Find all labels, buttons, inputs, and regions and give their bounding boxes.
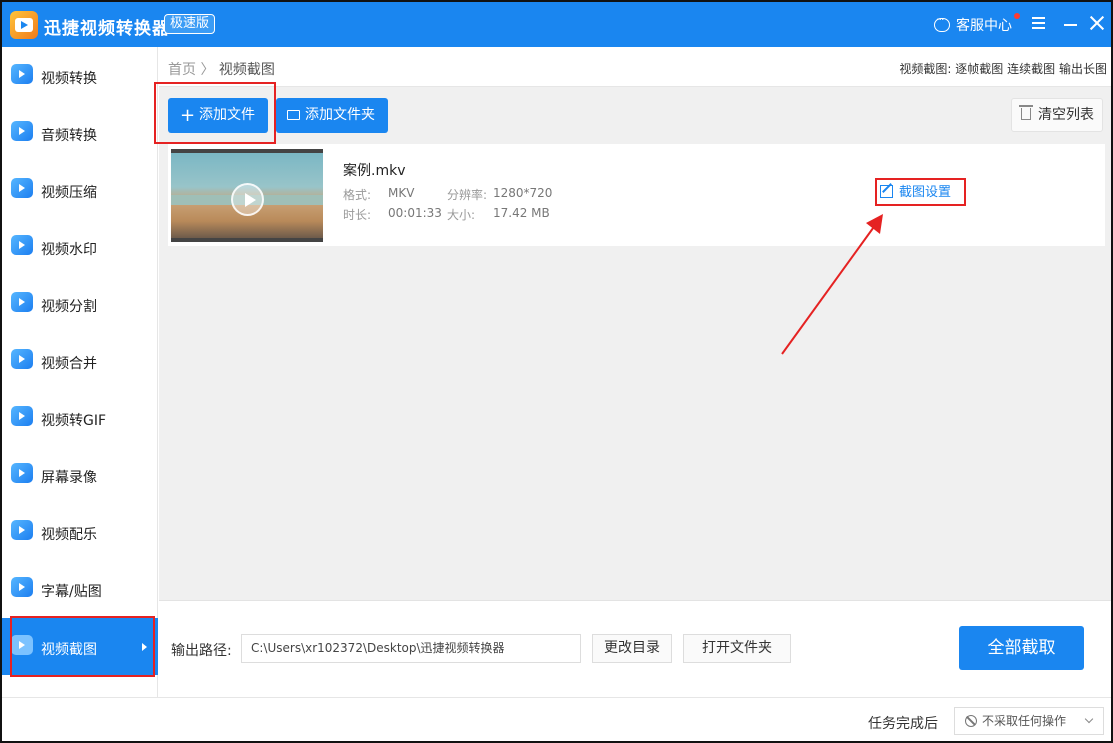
- video-gif-icon: [11, 406, 33, 426]
- clear-list-button[interactable]: 清空列表: [1011, 98, 1103, 132]
- hamburger-menu-icon[interactable]: [1032, 17, 1045, 29]
- close-icon[interactable]: [1090, 16, 1104, 30]
- resolution-label: 分辨率:: [447, 188, 488, 202]
- sidebar-item-label: 视频配乐: [41, 527, 97, 543]
- sidebar-item-label: 视频合并: [41, 356, 97, 372]
- size-label: 大小:: [447, 208, 476, 222]
- output-bar: 输出路径: C:\Users\xr102372\Desktop\迅捷视频转换器 …: [159, 600, 1111, 696]
- format-label: 格式:: [343, 188, 372, 202]
- video-thumbnail[interactable]: [171, 149, 323, 242]
- chat-bubble-icon: [934, 13, 950, 32]
- screenshot-modes: 视频截图: 逐帧截图 连续截图 输出长图: [899, 60, 1107, 77]
- app-logo-icon: [10, 11, 38, 39]
- file-name: 案例.mkv: [343, 163, 406, 179]
- resolution-value: 1280*720: [493, 186, 553, 200]
- edition-badge: 极速版: [164, 14, 216, 34]
- breadcrumb-home[interactable]: 首页: [168, 62, 196, 78]
- customer-service-label: 客服中心: [956, 18, 1012, 34]
- main-panel: 首页 〉 视频截图 视频截图: 逐帧截图 连续截图 输出长图 + 添加文件 添加…: [159, 47, 1111, 696]
- video-merge-icon: [11, 349, 33, 369]
- subtitle-sticker-icon: [11, 577, 33, 597]
- duration-value: 00:01:33: [388, 206, 442, 220]
- trash-icon: [1019, 105, 1033, 120]
- mode-continuous[interactable]: 连续截图: [1007, 62, 1055, 76]
- annotation-box-add-file: [154, 82, 276, 144]
- sidebar-item-video-compress[interactable]: 视频压缩: [2, 161, 158, 218]
- video-compress-icon: [11, 178, 33, 198]
- sidebar-item-label: 视频水印: [41, 242, 97, 258]
- chevron-down-icon: [1084, 714, 1094, 724]
- sidebar-item-audio-convert[interactable]: 音频转换: [2, 104, 158, 161]
- play-icon[interactable]: [231, 183, 264, 216]
- after-task-label: 任务完成后: [868, 716, 938, 732]
- sidebar-item-label: 视频压缩: [41, 185, 97, 201]
- sidebar-item-label: 音频转换: [41, 128, 97, 144]
- modes-prefix: 视频截图:: [899, 62, 952, 76]
- sidebar-item-video-music[interactable]: 视频配乐: [2, 503, 158, 560]
- sidebar-item-label: 视频分割: [41, 299, 97, 315]
- duration-label: 时长:: [343, 208, 372, 222]
- size-value: 17.42 MB: [493, 206, 550, 220]
- sidebar-item-screen-record[interactable]: 屏幕录像: [2, 446, 158, 503]
- extract-all-button[interactable]: 全部截取: [959, 626, 1084, 670]
- add-folder-label: 添加文件夹: [305, 107, 375, 123]
- title-bar: 迅捷视频转换器 极速版 客服中心: [2, 2, 1111, 47]
- sidebar-item-label: 视频转GIF: [41, 413, 107, 429]
- breadcrumb-current: 视频截图: [218, 62, 275, 78]
- sidebar-item-video-watermark[interactable]: 视频水印: [2, 218, 158, 275]
- video-music-icon: [11, 520, 33, 540]
- sidebar-item-label: 字幕/贴图: [41, 584, 102, 600]
- output-path-label: 输出路径:: [171, 643, 232, 659]
- change-directory-button[interactable]: 更改目录: [592, 634, 672, 663]
- format-value: MKV: [388, 186, 415, 200]
- add-folder-button[interactable]: 添加文件夹: [276, 98, 388, 133]
- sidebar-item-label: 屏幕录像: [41, 470, 97, 486]
- notification-dot: [1014, 13, 1020, 19]
- customer-service-button[interactable]: 客服中心: [934, 13, 1012, 35]
- output-path-field[interactable]: C:\Users\xr102372\Desktop\迅捷视频转换器: [241, 634, 581, 663]
- app-title: 迅捷视频转换器: [44, 19, 170, 39]
- folder-icon: [287, 110, 300, 120]
- after-task-value: 不采取任何操作: [982, 714, 1067, 728]
- screen-record-icon: [11, 463, 33, 483]
- clear-list-label: 清空列表: [1038, 107, 1094, 123]
- breadcrumb: 首页 〉 视频截图: [168, 59, 275, 79]
- sidebar-item-label: 视频转换: [41, 71, 97, 87]
- sidebar-item-video-merge[interactable]: 视频合并: [2, 332, 158, 389]
- audio-convert-icon: [11, 121, 33, 141]
- sidebar-item-video-gif[interactable]: 视频转GIF: [2, 389, 158, 446]
- mode-long-image[interactable]: 输出长图: [1059, 62, 1107, 76]
- sidebar-item-subtitle-sticker[interactable]: 字幕/贴图: [2, 560, 158, 617]
- mode-frame-by-frame[interactable]: 逐帧截图: [955, 62, 1003, 76]
- status-bar: 任务完成后 不采取任何操作: [2, 697, 1111, 741]
- sidebar-item-video-convert[interactable]: 视频转换: [2, 47, 158, 104]
- ban-icon: [965, 715, 977, 727]
- sidebar-item-video-split[interactable]: 视频分割: [2, 275, 158, 332]
- breadcrumb-separator: 〉: [200, 62, 215, 78]
- annotation-box-settings: [875, 178, 966, 206]
- annotation-box-sidebar: [10, 616, 155, 677]
- video-convert-icon: [11, 64, 33, 84]
- after-task-select[interactable]: 不采取任何操作: [954, 707, 1104, 735]
- open-folder-button[interactable]: 打开文件夹: [683, 634, 791, 663]
- minimize-icon[interactable]: [1064, 24, 1077, 26]
- app-window: 迅捷视频转换器 极速版 客服中心 视频转换 音频转换 视频压缩 视频水印 视频分: [0, 0, 1113, 743]
- video-split-icon: [11, 292, 33, 312]
- video-watermark-icon: [11, 235, 33, 255]
